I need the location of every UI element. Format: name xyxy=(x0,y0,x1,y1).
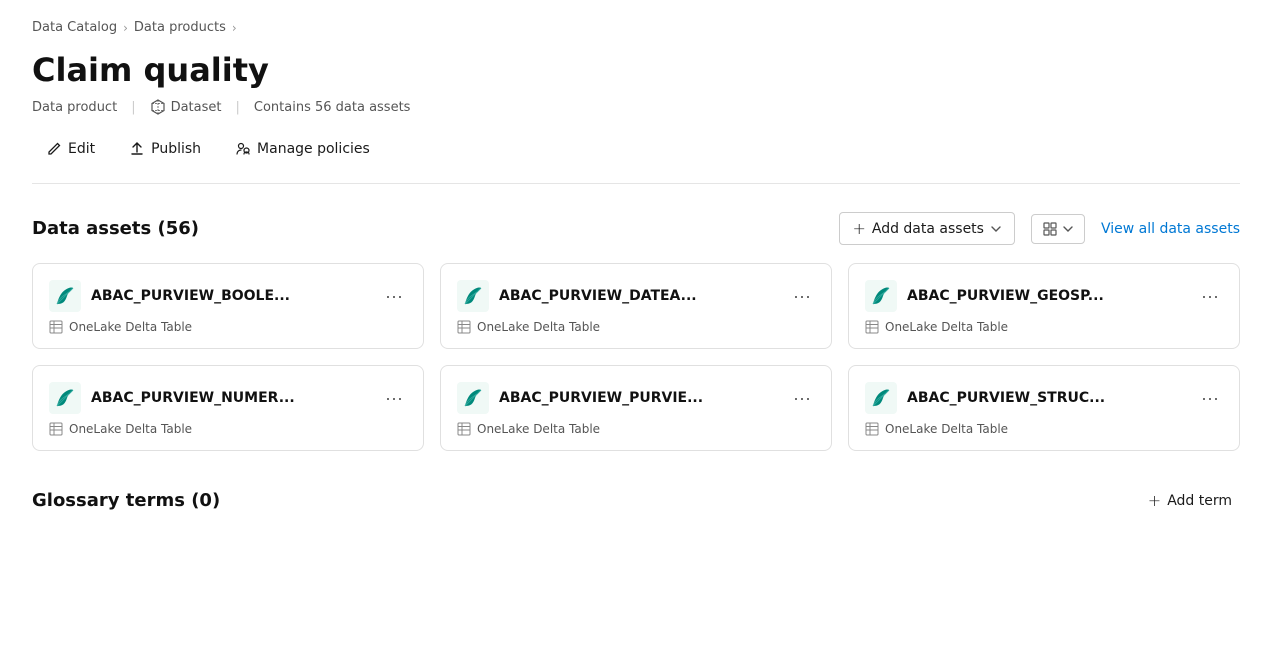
manage-policies-button[interactable]: Manage policies xyxy=(221,135,384,163)
page-title: Claim quality xyxy=(32,51,1240,89)
view-toggle-button[interactable] xyxy=(1031,214,1085,244)
chevron-down-icon xyxy=(990,223,1002,235)
meta-dataset: Dataset xyxy=(150,99,222,115)
meta-divider-1: | xyxy=(131,100,135,115)
data-assets-title: Data assets (56) xyxy=(32,218,199,239)
table-icon-6 xyxy=(865,422,879,436)
asset-card-1-type-row: OneLake Delta Table xyxy=(49,320,407,334)
chevron-down-icon-2 xyxy=(1062,223,1074,235)
glossary-title: Glossary terms (0) xyxy=(32,490,220,511)
asset-card-2-type: OneLake Delta Table xyxy=(477,320,600,334)
breadcrumb-sep-2: › xyxy=(232,21,237,35)
asset-card-4-more-button[interactable]: ··· xyxy=(381,389,407,407)
dataset-icon xyxy=(150,99,166,115)
asset-card-3-name: ABAC_PURVIEW_GEOSP... xyxy=(907,288,1104,304)
asset-card-3-header: ABAC_PURVIEW_GEOSP... ··· xyxy=(865,280,1223,312)
asset-card-2-title-row: ABAC_PURVIEW_DATEA... xyxy=(457,280,789,312)
asset-card-4-type-row: OneLake Delta Table xyxy=(49,422,407,436)
meta-assets-count: Contains 56 data assets xyxy=(254,100,411,115)
fabric-asset-icon-1 xyxy=(49,280,81,312)
asset-card-1-name: ABAC_PURVIEW_BOOLE... xyxy=(91,288,290,304)
asset-card-5-type-row: OneLake Delta Table xyxy=(457,422,815,436)
asset-card-6-type: OneLake Delta Table xyxy=(885,422,1008,436)
add-term-plus-icon: + xyxy=(1148,491,1161,510)
asset-card-2-name: ABAC_PURVIEW_DATEA... xyxy=(499,288,697,304)
table-icon-2 xyxy=(457,320,471,334)
meta-divider-2: | xyxy=(236,100,240,115)
table-icon-1 xyxy=(49,320,63,334)
asset-card-5-name: ABAC_PURVIEW_PURVIE... xyxy=(499,390,703,406)
asset-card-2-header: ABAC_PURVIEW_DATEA... ··· xyxy=(457,280,815,312)
view-all-data-assets-link[interactable]: View all data assets xyxy=(1101,221,1240,237)
asset-card-3[interactable]: ABAC_PURVIEW_GEOSP... ··· OneLake Delta … xyxy=(848,263,1240,349)
breadcrumb: Data Catalog › Data products › xyxy=(32,20,1240,35)
fabric-asset-icon-6 xyxy=(865,382,897,414)
add-data-assets-button[interactable]: + Add data assets xyxy=(839,212,1015,245)
asset-card-6-type-row: OneLake Delta Table xyxy=(865,422,1223,436)
table-icon-3 xyxy=(865,320,879,334)
publish-label: Publish xyxy=(151,141,201,157)
meta-dataset-label: Dataset xyxy=(171,100,222,115)
asset-card-6-more-button[interactable]: ··· xyxy=(1197,389,1223,407)
asset-card-4-type: OneLake Delta Table xyxy=(69,422,192,436)
asset-card-4-title-row: ABAC_PURVIEW_NUMER... xyxy=(49,382,381,414)
breadcrumb-data-products[interactable]: Data products xyxy=(134,20,226,35)
edit-label: Edit xyxy=(68,141,95,157)
asset-card-3-type-row: OneLake Delta Table xyxy=(865,320,1223,334)
fabric-asset-icon-4 xyxy=(49,382,81,414)
asset-card-4-name: ABAC_PURVIEW_NUMER... xyxy=(91,390,295,406)
add-term-button[interactable]: + Add term xyxy=(1140,487,1240,514)
edit-button[interactable]: Edit xyxy=(32,135,109,163)
fabric-asset-icon-5 xyxy=(457,382,489,414)
asset-card-5-title-row: ABAC_PURVIEW_PURVIE... xyxy=(457,382,789,414)
add-term-label: Add term xyxy=(1167,493,1232,509)
asset-card-1[interactable]: ABAC_PURVIEW_BOOLE... ··· OneLake Delta … xyxy=(32,263,424,349)
meta-row: Data product | Dataset | Contains 56 dat… xyxy=(32,99,1240,115)
asset-card-5-header: ABAC_PURVIEW_PURVIE... ··· xyxy=(457,382,815,414)
grid-icon xyxy=(1042,221,1058,237)
asset-card-5-more-button[interactable]: ··· xyxy=(789,389,815,407)
actions-row: Edit Publish Manage policies xyxy=(32,135,1240,184)
publish-icon xyxy=(129,141,145,157)
breadcrumb-sep-1: › xyxy=(123,21,128,35)
asset-card-3-more-button[interactable]: ··· xyxy=(1197,287,1223,305)
fabric-asset-icon-2 xyxy=(457,280,489,312)
section-header: Data assets (56) + Add data assets xyxy=(32,212,1240,245)
glossary-section: Glossary terms (0) + Add term xyxy=(32,487,1240,514)
manage-policies-label: Manage policies xyxy=(257,141,370,157)
asset-card-6-title-row: ABAC_PURVIEW_STRUC... xyxy=(865,382,1197,414)
asset-card-1-title-row: ABAC_PURVIEW_BOOLE... xyxy=(49,280,381,312)
policies-icon xyxy=(235,141,251,157)
asset-card-3-type: OneLake Delta Table xyxy=(885,320,1008,334)
assets-grid: ABAC_PURVIEW_BOOLE... ··· OneLake Delta … xyxy=(32,263,1240,451)
asset-card-4-header: ABAC_PURVIEW_NUMER... ··· xyxy=(49,382,407,414)
asset-card-1-header: ABAC_PURVIEW_BOOLE... ··· xyxy=(49,280,407,312)
asset-card-1-more-button[interactable]: ··· xyxy=(381,287,407,305)
asset-card-5-type: OneLake Delta Table xyxy=(477,422,600,436)
edit-icon xyxy=(46,141,62,157)
add-assets-label: Add data assets xyxy=(872,221,984,237)
plus-icon: + xyxy=(852,219,865,238)
asset-card-4[interactable]: ABAC_PURVIEW_NUMER... ··· OneLake Delta … xyxy=(32,365,424,451)
asset-card-3-title-row: ABAC_PURVIEW_GEOSP... xyxy=(865,280,1197,312)
asset-card-6-header: ABAC_PURVIEW_STRUC... ··· xyxy=(865,382,1223,414)
section-controls: + Add data assets xyxy=(839,212,1240,245)
asset-card-2[interactable]: ABAC_PURVIEW_DATEA... ··· OneLake Delta … xyxy=(440,263,832,349)
asset-card-2-type-row: OneLake Delta Table xyxy=(457,320,815,334)
publish-button[interactable]: Publish xyxy=(115,135,215,163)
meta-type: Data product xyxy=(32,100,117,115)
table-icon-4 xyxy=(49,422,63,436)
page-container: Data Catalog › Data products › Claim qua… xyxy=(0,0,1272,653)
breadcrumb-data-catalog[interactable]: Data Catalog xyxy=(32,20,117,35)
glossary-header: Glossary terms (0) + Add term xyxy=(32,487,1240,514)
table-icon-5 xyxy=(457,422,471,436)
asset-card-6[interactable]: ABAC_PURVIEW_STRUC... ··· OneLake Delta … xyxy=(848,365,1240,451)
asset-card-2-more-button[interactable]: ··· xyxy=(789,287,815,305)
asset-card-6-name: ABAC_PURVIEW_STRUC... xyxy=(907,390,1105,406)
asset-card-1-type: OneLake Delta Table xyxy=(69,320,192,334)
data-assets-section: Data assets (56) + Add data assets xyxy=(32,212,1240,451)
fabric-asset-icon-3 xyxy=(865,280,897,312)
asset-card-5[interactable]: ABAC_PURVIEW_PURVIE... ··· OneLake Delta… xyxy=(440,365,832,451)
